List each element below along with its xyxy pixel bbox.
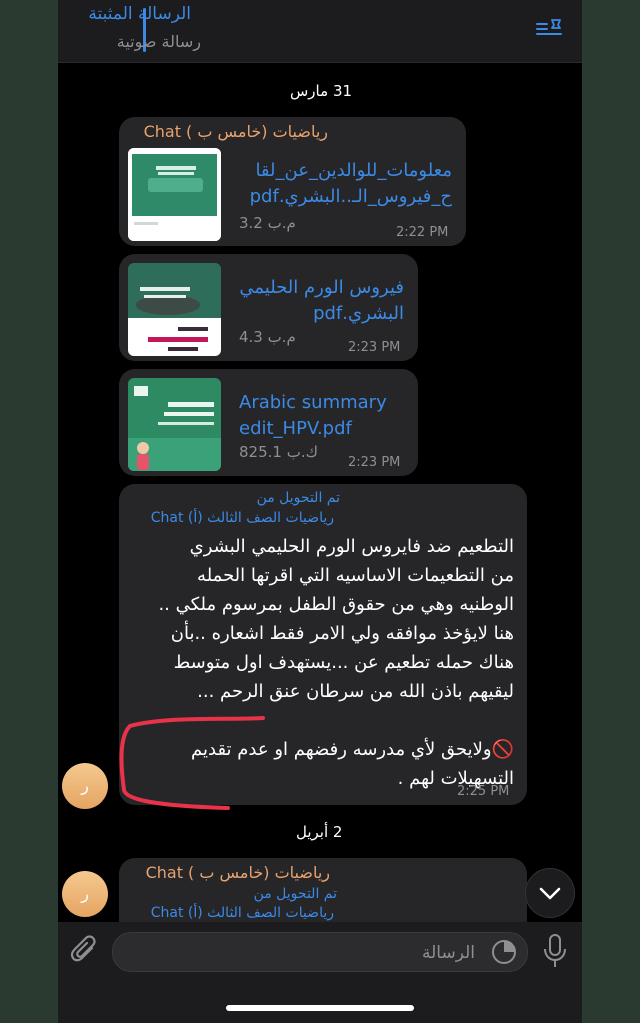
file-name-line: البشري.pdf xyxy=(313,303,404,324)
home-indicator xyxy=(226,1005,414,1011)
message-line: الوطنيه وهي من حقوق الطفل بمرسوم ملكي .. xyxy=(158,594,514,615)
file-name[interactable]: Arabic summary edit_HPV.pdf xyxy=(239,390,387,442)
file-message-bubble[interactable]: فيروس الورم الحليمي البشري.pdf 4.3 م.ب 2… xyxy=(119,254,418,361)
date-separator: 2 أبريل xyxy=(296,823,343,841)
sticker-icon[interactable] xyxy=(491,939,517,965)
forwarded-label: تم التحويل من xyxy=(256,490,340,506)
message-time: 2:22 PM xyxy=(396,225,449,240)
file-name[interactable]: فيروس الورم الحليمي البشري.pdf xyxy=(239,275,404,327)
chat-screen: الرسالة المثبتة رسالة صوتية 31 مارس رياض… xyxy=(58,0,582,1023)
message-line: 🚫ولايحق لأي مدرسه رفضهم او عدم تقديم xyxy=(191,739,514,760)
pdf-thumbnail[interactable] xyxy=(128,148,221,241)
message-input[interactable] xyxy=(173,933,477,973)
message-line: ليقيهم باذن الله من سرطان عنق الرحم ... xyxy=(197,681,514,702)
message-line: التطعيم ضد فايروس الورم الحليمي البشري xyxy=(189,536,514,557)
attach-icon[interactable] xyxy=(70,934,100,968)
forwarded-label: تم التحويل من xyxy=(253,886,337,902)
message-time: 2:23 PM xyxy=(348,340,401,355)
pinned-message-bar[interactable]: الرسالة المثبتة رسالة صوتية xyxy=(58,0,582,63)
message-line: هنا لايؤخذ موافقه ولي الامر فقط اشعاره .… xyxy=(170,623,514,644)
file-name[interactable]: معلومات_للوالدين_عن_لقا ح_فيروس_الـ..الب… xyxy=(250,158,452,210)
date-separator: 31 مارس xyxy=(290,82,353,100)
forwarded-from: رياضيات الصف الثالث (أ) Chat xyxy=(150,510,334,526)
message-input-field[interactable] xyxy=(112,932,528,973)
forwarded-message-bubble[interactable]: تم التحويل من رياضيات الصف الثالث (أ) Ch… xyxy=(119,484,527,805)
pinned-title: الرسالة المثبتة xyxy=(88,4,191,24)
file-size: 3.2 م.ب xyxy=(239,214,296,232)
file-name-line: فيروس الورم الحليمي xyxy=(239,277,404,298)
sender-name: رياضيات (خامس ب ) Chat xyxy=(145,863,330,882)
file-size: 4.3 م.ب xyxy=(239,328,296,346)
forwarded-from: رياضيات الصف الثالث (أ) Chat xyxy=(150,905,334,921)
avatar[interactable]: ر xyxy=(62,871,108,917)
message-line: هناك حمله تطعيم عن ...يستهدف اول متوسط xyxy=(173,652,514,673)
sender-name: رياضيات (خامس ب ) Chat xyxy=(143,122,328,141)
file-message-bubble[interactable]: Arabic summary edit_HPV.pdf 825.1 ك.ب 2:… xyxy=(119,369,418,476)
message-text: التطعيم ضد فايروس الورم الحليمي البشري م… xyxy=(158,532,514,793)
file-name-line: ح_فيروس_الـ..البشري.pdf xyxy=(249,186,452,207)
file-name-line: edit_HPV.pdf xyxy=(239,418,352,439)
file-size: 825.1 ك.ب xyxy=(239,443,318,461)
pdf-thumbnail[interactable] xyxy=(128,263,221,356)
file-message-bubble[interactable]: رياضيات (خامس ب ) Chat معلومات_للوالدين_… xyxy=(119,117,466,246)
chevron-down-icon xyxy=(539,887,561,900)
message-line: من التطعيمات الاساسيه التي اقرتها الحمله xyxy=(197,565,514,586)
pdf-thumbnail[interactable] xyxy=(128,378,221,471)
scroll-to-bottom-button[interactable] xyxy=(525,868,575,918)
pinned-subtitle: رسالة صوتية xyxy=(116,32,201,51)
pin-list-icon[interactable] xyxy=(535,18,563,40)
file-name-line: معلومات_للوالدين_عن_لقا xyxy=(255,160,452,181)
microphone-icon[interactable] xyxy=(542,933,568,969)
avatar[interactable]: ر xyxy=(62,763,108,809)
file-name-line: Arabic summary xyxy=(239,392,387,413)
message-time: 2:23 PM xyxy=(348,455,401,470)
message-time: 2:25 PM xyxy=(457,784,510,799)
